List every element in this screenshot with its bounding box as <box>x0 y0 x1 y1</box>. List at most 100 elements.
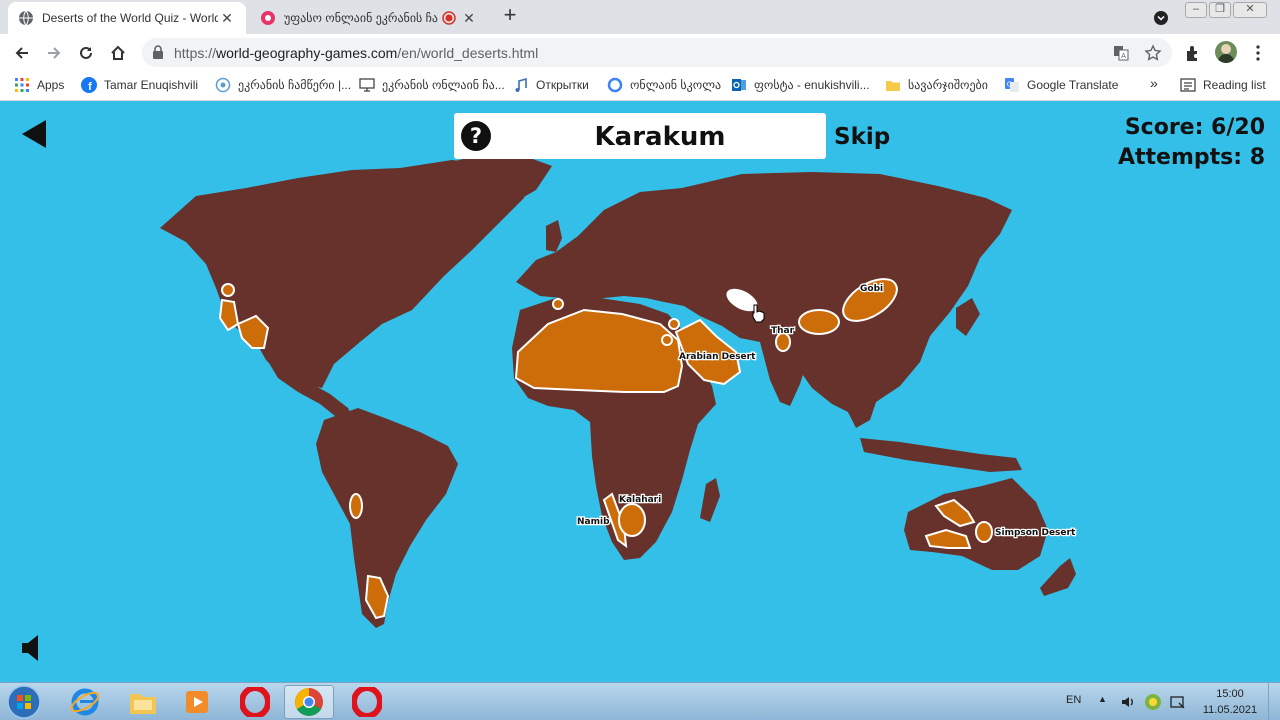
close-window-button[interactable]: ✕ <box>1233 2 1267 18</box>
reading-list-icon <box>1180 77 1196 93</box>
desert-atlas-spot[interactable] <box>552 298 564 310</box>
taskbar-media-player[interactable] <box>172 685 222 719</box>
kebab-menu-icon[interactable] <box>1255 45 1261 61</box>
tab-strip: Deserts of the World Quiz - World ✕ უფას… <box>0 0 1280 34</box>
translate-page-icon[interactable]: A <box>1112 44 1130 62</box>
back-button[interactable] <box>9 40 35 66</box>
land-new-zealand[interactable] <box>1040 558 1076 596</box>
bookmark-label: Google Translate <box>1027 78 1119 92</box>
url-path: /en/world_deserts.html <box>397 45 539 61</box>
bookmark-mail[interactable]: ფოსტა - enukishvili... <box>731 77 870 93</box>
clock-time[interactable]: 15:00 <box>1210 688 1250 700</box>
land-japan[interactable] <box>956 298 980 336</box>
land-australia[interactable] <box>904 478 1048 570</box>
quiz-game-area: Gobi Thar Arabian Desert Kalahari Namib … <box>0 102 1280 682</box>
outlook-icon <box>731 77 747 93</box>
bookmark-apps[interactable]: Apps <box>14 77 64 93</box>
desert-sinai-spot[interactable] <box>668 318 680 330</box>
help-icon[interactable]: ? <box>460 120 492 152</box>
minimize-button[interactable]: – <box>1185 2 1207 18</box>
chrome-icon <box>295 688 323 716</box>
label-arabian-desert: Arabian Desert <box>679 352 756 362</box>
close-icon[interactable]: ✕ <box>218 10 236 27</box>
desert-great-basin[interactable] <box>221 283 235 297</box>
action-center-icon[interactable] <box>1170 694 1186 710</box>
forward-button[interactable] <box>41 40 67 66</box>
taskbar-file-explorer[interactable] <box>118 685 168 719</box>
question-box: ? Karakum <box>454 113 826 159</box>
show-desktop-button[interactable] <box>1268 683 1280 720</box>
svg-text:f: f <box>88 81 92 93</box>
bookmarks-bar: Apps f Tamar Enuqishvili ეკრანის ჩამწერი… <box>0 71 1280 101</box>
bookmark-label: Tamar Enuqishvili <box>104 78 199 92</box>
land-britain[interactable] <box>546 220 562 252</box>
url-domain: world-geography-games.com <box>216 45 398 61</box>
tab-deserts-quiz[interactable]: Deserts of the World Quiz - World ✕ <box>8 2 246 34</box>
taskbar-chrome[interactable] <box>284 685 334 719</box>
tab-title: უფასო ონლაინ ეკრანის ჩაწ <box>284 11 438 25</box>
bookmark-google-translate[interactable]: G Google Translate <box>1004 77 1118 93</box>
desert-simpson[interactable] <box>975 521 993 543</box>
tab-screen-recorder[interactable]: უფასო ონლაინ ეკრანის ჩაწ ✕ <box>250 2 488 34</box>
desert-nubian-spot[interactable] <box>661 334 673 346</box>
apps-grid-icon <box>14 77 30 93</box>
bookmark-exercises[interactable]: სავარჯიშოები <box>885 77 988 93</box>
volume-icon[interactable] <box>1120 694 1136 710</box>
lock-icon[interactable] <box>152 45 164 59</box>
music-note-icon <box>513 77 529 93</box>
star-icon[interactable] <box>1144 44 1162 62</box>
desert-taklamakan[interactable] <box>798 309 840 335</box>
skip-button[interactable]: Skip <box>834 124 890 150</box>
bookmark-facebook[interactable]: f Tamar Enuqishvili <box>81 77 198 93</box>
desert-atacama[interactable] <box>349 493 363 519</box>
circle-icon <box>607 77 623 93</box>
browser-toolbar: https://world-geography-games.com/en/wor… <box>0 34 1280 71</box>
bookmark-label: Apps <box>37 78 65 92</box>
network-icon[interactable] <box>1144 693 1162 711</box>
clock-date[interactable]: 11.05.2021 <box>1198 704 1262 716</box>
label-kalahari: Kalahari <box>619 495 661 505</box>
bookmark-recorder[interactable]: ეკრანის ჩამწერი |... <box>215 77 351 93</box>
reading-list-button[interactable]: Reading list <box>1180 77 1266 93</box>
restore-button[interactable]: ❐ <box>1209 2 1231 18</box>
profile-menu-icon[interactable] <box>1153 10 1169 26</box>
desert-mojave[interactable] <box>218 298 240 332</box>
bookmark-otkrytki[interactable]: Открытки <box>513 77 589 93</box>
land-madagascar[interactable] <box>700 478 720 522</box>
bookmarks-overflow-button[interactable]: » <box>1150 75 1158 91</box>
desert-kalahari[interactable] <box>618 503 646 537</box>
windows-taskbar: EN ▲ 15:00 11.05.2021 <box>0 682 1280 720</box>
tray-expand-icon[interactable]: ▲ <box>1098 694 1107 704</box>
address-bar[interactable]: https://world-geography-games.com/en/wor… <box>142 38 1172 67</box>
bookmark-label: ონლაინ სკოლა <box>630 78 722 92</box>
language-indicator[interactable]: EN <box>1066 694 1081 706</box>
new-tab-button[interactable]: + <box>498 4 522 28</box>
reading-list-label: Reading list <box>1203 78 1266 92</box>
score-text: Score: 6/20 <box>1124 115 1265 140</box>
world-map: Gobi Thar Arabian Desert Kalahari Namib … <box>160 154 1077 628</box>
reload-button[interactable] <box>73 40 99 66</box>
bookmark-label: ეკრანის ონლაინ ჩა... <box>382 78 505 92</box>
avatar[interactable] <box>1215 41 1237 63</box>
home-button[interactable] <box>105 40 131 66</box>
extensions-icon[interactable] <box>1184 44 1202 62</box>
taskbar-opera-2[interactable] <box>342 685 392 719</box>
taskbar-internet-explorer[interactable] <box>60 685 110 719</box>
back-arrow-icon[interactable] <box>20 118 48 150</box>
label-thar: Thar <box>771 326 795 336</box>
close-icon[interactable]: ✕ <box>460 10 478 27</box>
record-icon <box>215 77 231 93</box>
media-player-icon <box>186 691 208 713</box>
speaker-icon[interactable] <box>20 634 42 662</box>
recording-dot-icon <box>442 11 456 25</box>
land-indonesia[interactable] <box>860 438 1022 472</box>
bookmark-online-recorder[interactable]: ეკრანის ონლაინ ჩა... <box>359 77 505 93</box>
bookmark-online-school[interactable]: ონლაინ სკოლა <box>607 77 721 93</box>
opera-icon <box>352 687 382 717</box>
label-namib: Namib <box>577 517 610 527</box>
globe-icon <box>19 10 33 26</box>
label-gobi: Gobi <box>860 284 883 294</box>
taskbar-opera[interactable] <box>230 685 280 719</box>
start-button[interactable] <box>2 685 46 719</box>
url-text: https://world-geography-games.com/en/wor… <box>174 45 538 61</box>
